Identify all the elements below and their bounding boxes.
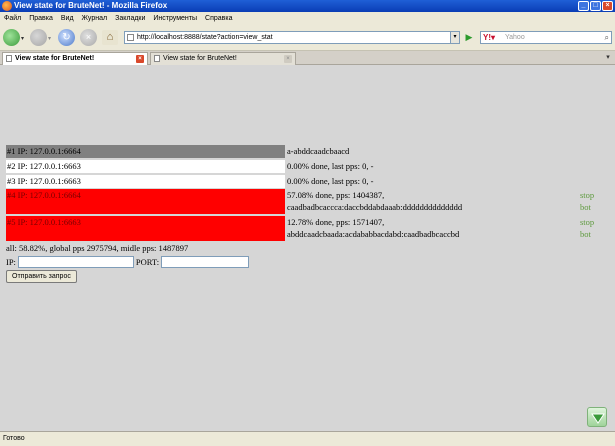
close-icon[interactable]: × xyxy=(602,1,613,11)
job-label: #4 IP: 127.0.0.1:6664 xyxy=(6,189,285,214)
menu-file[interactable]: Файл xyxy=(4,15,21,22)
menu-bookmarks[interactable]: Закладки xyxy=(115,15,145,22)
job-info-line1: 0.00% done, last pps: 0, - xyxy=(287,161,374,171)
window-titlebar: View state for BruteNet! - Mozilla Firef… xyxy=(0,0,615,12)
job-info: 57.08% done, pps: 1404387, caadbadbcaccc… xyxy=(287,189,462,213)
menu-help[interactable]: Справка xyxy=(205,15,232,22)
tab-bar: View state for BruteNet! × View state fo… xyxy=(0,51,615,65)
tab-label: View state for BruteNet! xyxy=(163,55,237,62)
url-history-dropdown-icon[interactable]: ▾ xyxy=(451,31,460,44)
ip-input[interactable] xyxy=(17,256,134,268)
status-bar: Готово xyxy=(0,431,615,446)
ip-label: IP: xyxy=(6,257,16,267)
job-info-line1: 57.08% done, pps: 1404387, xyxy=(287,190,385,200)
tab-close-icon[interactable]: × xyxy=(136,55,144,63)
job-info: 0.00% done, last pps: 0, - xyxy=(287,175,373,187)
url-text: http://localhost:8888/state?action=view_… xyxy=(137,34,273,41)
stop-link[interactable]: stop xyxy=(580,189,594,201)
window-controls: _ □ × xyxy=(578,1,613,11)
tab-page-icon xyxy=(154,55,160,62)
tab-list-icon[interactable]: ▾ xyxy=(603,53,613,63)
job-info-line1: 0.00% done, last pps: 0, - xyxy=(287,176,374,186)
summary-text: all: 58.82%, global pps 2975794, midle p… xyxy=(6,243,189,253)
search-placeholder: Yahoo xyxy=(505,34,525,41)
back-arrow-icon[interactable] xyxy=(3,29,20,46)
tab-view-state-1[interactable]: View state for BruteNet! × xyxy=(2,52,148,65)
home-icon[interactable]: ⌂ xyxy=(102,30,118,45)
search-input[interactable]: Y!▾ Yahoo ⌕ xyxy=(480,31,612,44)
job-info: a-abddcaadcbaacd xyxy=(287,145,349,157)
job-info-line1: 12.78% done, pps: 1571407, xyxy=(287,217,385,227)
maximize-icon[interactable]: □ xyxy=(590,1,601,11)
firefox-icon xyxy=(2,1,12,11)
yahoo-search-engine-icon[interactable]: Y!▾ xyxy=(483,33,495,43)
search-icon[interactable]: ⌕ xyxy=(605,33,609,43)
job-info-line2: caadbadbcaccca:daccbddabdaaab:dddddddddd… xyxy=(287,202,463,212)
submit-request-button[interactable]: Отправить запрос xyxy=(6,270,77,283)
job-label: #2 IP: 127.0.0.1:6663 xyxy=(6,160,285,173)
tab-label: View state for BruteNet! xyxy=(15,55,95,62)
status-text: Готово xyxy=(3,435,25,442)
job-info-line1: a-abddcaadcbaacd xyxy=(287,146,350,156)
page-content: #1 IP: 127.0.0.1:6664 a-abddcaadcbaacd #… xyxy=(0,66,615,431)
download-arrow-icon xyxy=(587,407,607,427)
menu-tools[interactable]: Инструменты xyxy=(153,15,197,22)
back-dropdown-icon[interactable]: ▾ xyxy=(21,35,27,42)
page-icon xyxy=(127,34,134,41)
stop-link[interactable]: stop xyxy=(580,216,594,228)
go-arrow-icon[interactable]: ▶ xyxy=(463,31,475,44)
job-info-line2: abddcaadcbaada:acdababbacdabd:caadbadbca… xyxy=(287,229,460,239)
bot-link[interactable]: bot xyxy=(580,228,594,240)
forward-arrow-icon[interactable] xyxy=(30,29,47,46)
window-title: View state for BruteNet! - Mozilla Firef… xyxy=(14,1,168,10)
job-label: #5 IP: 127.0.0.1:6663 xyxy=(6,216,285,241)
add-job-form: IP: PORT: xyxy=(6,256,250,268)
job-actions: stop bot xyxy=(580,216,594,240)
tab-page-icon xyxy=(6,55,12,62)
job-actions: stop bot xyxy=(580,189,594,213)
url-bar[interactable]: http://localhost:8888/state?action=view_… xyxy=(124,31,451,44)
menu-edit[interactable]: Правка xyxy=(29,15,53,22)
minimize-icon[interactable]: _ xyxy=(578,1,589,11)
job-info: 12.78% done, pps: 1571407, abddcaadcbaad… xyxy=(287,216,459,240)
tab-view-state-2[interactable]: View state for BruteNet! × xyxy=(150,52,296,65)
stop-icon[interactable]: × xyxy=(80,29,97,46)
tab-close-icon[interactable]: × xyxy=(284,55,292,63)
job-label: #1 IP: 127.0.0.1:6664 xyxy=(6,145,285,158)
bot-link[interactable]: bot xyxy=(580,201,594,213)
download-arrow-shape xyxy=(591,413,605,424)
job-info: 0.00% done, last pps: 0, - xyxy=(287,160,373,172)
forward-dropdown-icon[interactable]: ▾ xyxy=(48,35,51,42)
menu-history[interactable]: Журнал xyxy=(82,15,108,22)
port-input[interactable] xyxy=(161,256,250,268)
navigation-toolbar: ▾ ▾ ↻ × ⌂ http://localhost:8888/state?ac… xyxy=(0,25,615,51)
menu-view[interactable]: Вид xyxy=(61,15,74,22)
reload-icon[interactable]: ↻ xyxy=(58,29,75,46)
menu-bar: Файл Правка Вид Журнал Закладки Инструме… xyxy=(0,12,615,25)
job-label: #3 IP: 127.0.0.1:6663 xyxy=(6,175,285,188)
port-label: PORT: xyxy=(135,257,160,267)
